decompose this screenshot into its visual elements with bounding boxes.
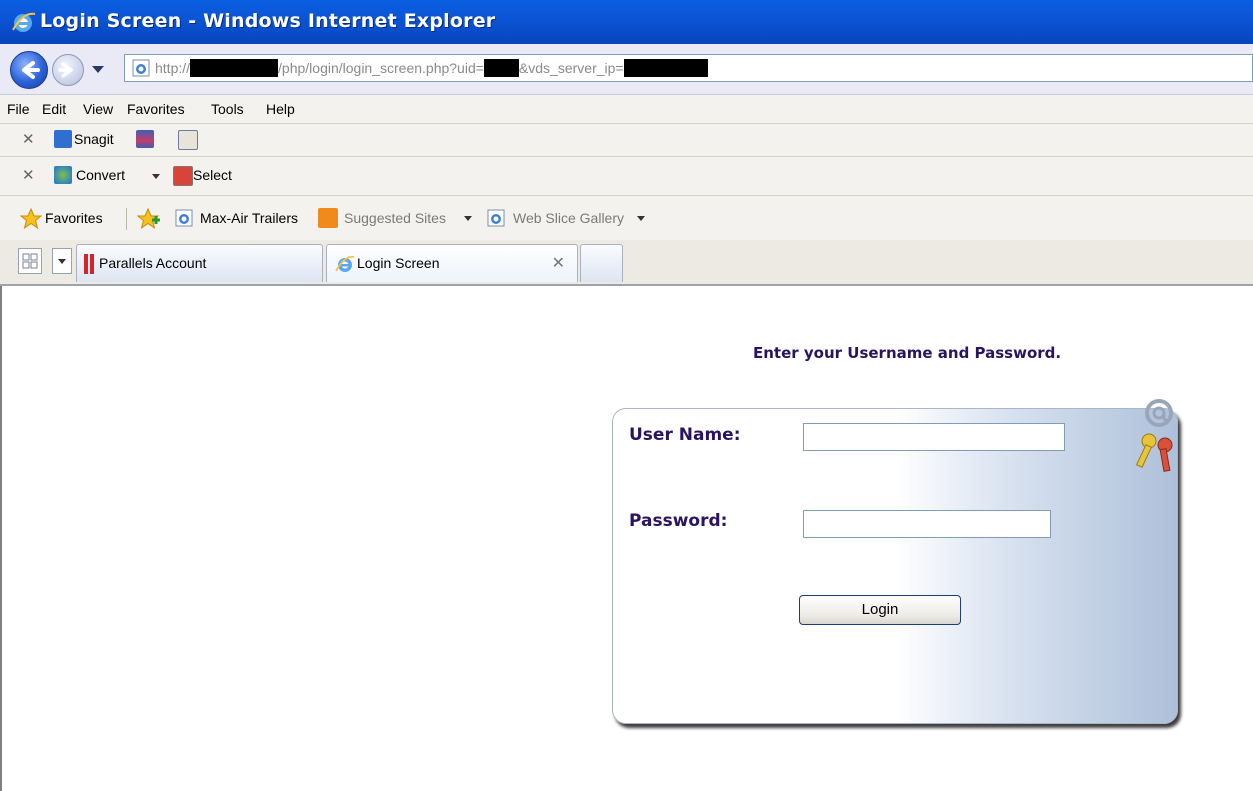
tab-parallels-account[interactable]: Parallels Account: [76, 244, 323, 282]
favorites-bar: Favorites Max-Air Trailers Suggested Sit…: [0, 196, 1253, 241]
window-title-bar: Login Screen - Windows Internet Explorer: [0, 0, 1253, 44]
password-label: Password:: [629, 511, 728, 531]
parallels-icon-bar: [90, 254, 94, 274]
menu-view[interactable]: View: [83, 101, 113, 117]
history-dropdown-icon[interactable]: [92, 66, 104, 73]
select-button[interactable]: Select: [193, 167, 232, 183]
redacted-uid: [483, 59, 519, 77]
convert-button[interactable]: Convert: [76, 167, 125, 183]
convert-dropdown-icon[interactable]: [152, 174, 160, 179]
web-slice-dropdown-icon[interactable]: [637, 216, 645, 221]
login-heading: Enter your Username and Password.: [753, 344, 1062, 362]
menu-file[interactable]: File: [7, 101, 30, 117]
snagit-toolbar: ✕ Snagit: [0, 124, 1253, 157]
quick-tabs-button[interactable]: [18, 248, 42, 274]
address-url: http:// /php/login/login_screen.php?uid= &…: [155, 59, 708, 77]
snagit-window-icon[interactable]: [178, 130, 198, 150]
page-icon: [132, 59, 150, 77]
tab-label: Parallels Account: [99, 255, 207, 271]
snagit-editor-icon[interactable]: [136, 130, 154, 148]
address-toolbar: http:// /php/login/login_screen.php?uid= &…: [0, 44, 1253, 95]
close-tab-icon[interactable]: ✕: [552, 253, 565, 272]
favorites-star-icon: [20, 208, 42, 230]
convert-icon: [54, 166, 72, 184]
tab-login-screen[interactable]: Login Screen ✕: [326, 244, 578, 282]
tab-list-button[interactable]: [52, 248, 72, 274]
username-input[interactable]: [803, 423, 1065, 451]
parallels-icon: [84, 254, 88, 274]
snagit-button[interactable]: Snagit: [74, 131, 114, 147]
url-query: &vds_server_ip=: [518, 60, 624, 76]
favorite-link-web-slice-gallery[interactable]: Web Slice Gallery: [513, 210, 624, 226]
favorites-button[interactable]: Favorites: [45, 210, 103, 226]
tab-list-dropdown-icon: [58, 259, 66, 264]
suggested-sites-dropdown-icon[interactable]: [464, 216, 472, 221]
suggested-sites-icon: [318, 208, 338, 228]
redacted-ip: [623, 59, 708, 77]
forward-arrow-icon: [58, 62, 73, 78]
menu-edit[interactable]: Edit: [42, 101, 66, 117]
pdf-toolbar: ✕ Convert Select: [0, 157, 1253, 196]
url-path: /php/login/login_screen.php?uid=: [278, 60, 484, 76]
keys-at-icon: [1135, 399, 1173, 472]
forward-button[interactable]: [52, 54, 84, 86]
tab-bar: Parallels Account Login Screen ✕: [0, 240, 1253, 286]
add-to-favorites-icon[interactable]: [137, 208, 161, 230]
close-toolbar-icon[interactable]: ✕: [22, 130, 35, 148]
tab-label: Login Screen: [357, 255, 440, 271]
url-scheme: http://: [155, 60, 191, 76]
favorite-link-max-air-trailers[interactable]: Max-Air Trailers: [200, 210, 298, 226]
redacted-host: [190, 59, 279, 77]
username-label: User Name:: [629, 425, 741, 445]
back-arrow-icon: [22, 61, 40, 79]
menu-bar: File Edit View Favorites Tools Help: [0, 95, 1253, 124]
menu-help[interactable]: Help: [266, 101, 295, 117]
login-panel: User Name: Password: Login: [612, 399, 1178, 724]
ie-tab-icon: [335, 255, 355, 272]
back-button[interactable]: [10, 51, 48, 89]
favorites-separator: [126, 208, 127, 230]
window-title: Login Screen - Windows Internet Explorer: [40, 10, 496, 32]
ie-logo-icon: [12, 12, 36, 32]
page-content: Enter your Username and Password. User N…: [0, 286, 1253, 791]
close-toolbar-icon[interactable]: ✕: [22, 166, 35, 184]
password-input[interactable]: [803, 510, 1051, 538]
address-bar[interactable]: http:// /php/login/login_screen.php?uid= &…: [124, 54, 1253, 82]
select-icon: [173, 166, 193, 186]
new-tab-button[interactable]: [580, 244, 623, 282]
favorite-link-suggested-sites[interactable]: Suggested Sites: [344, 210, 446, 226]
ie-page-icon: [175, 209, 193, 227]
menu-favorites[interactable]: Favorites: [127, 101, 185, 117]
snagit-icon: [54, 130, 72, 148]
quick-tabs-grid-icon: [22, 253, 38, 269]
ie-page-icon: [487, 209, 505, 227]
login-button[interactable]: Login: [799, 595, 961, 625]
menu-tools[interactable]: Tools: [211, 101, 244, 117]
